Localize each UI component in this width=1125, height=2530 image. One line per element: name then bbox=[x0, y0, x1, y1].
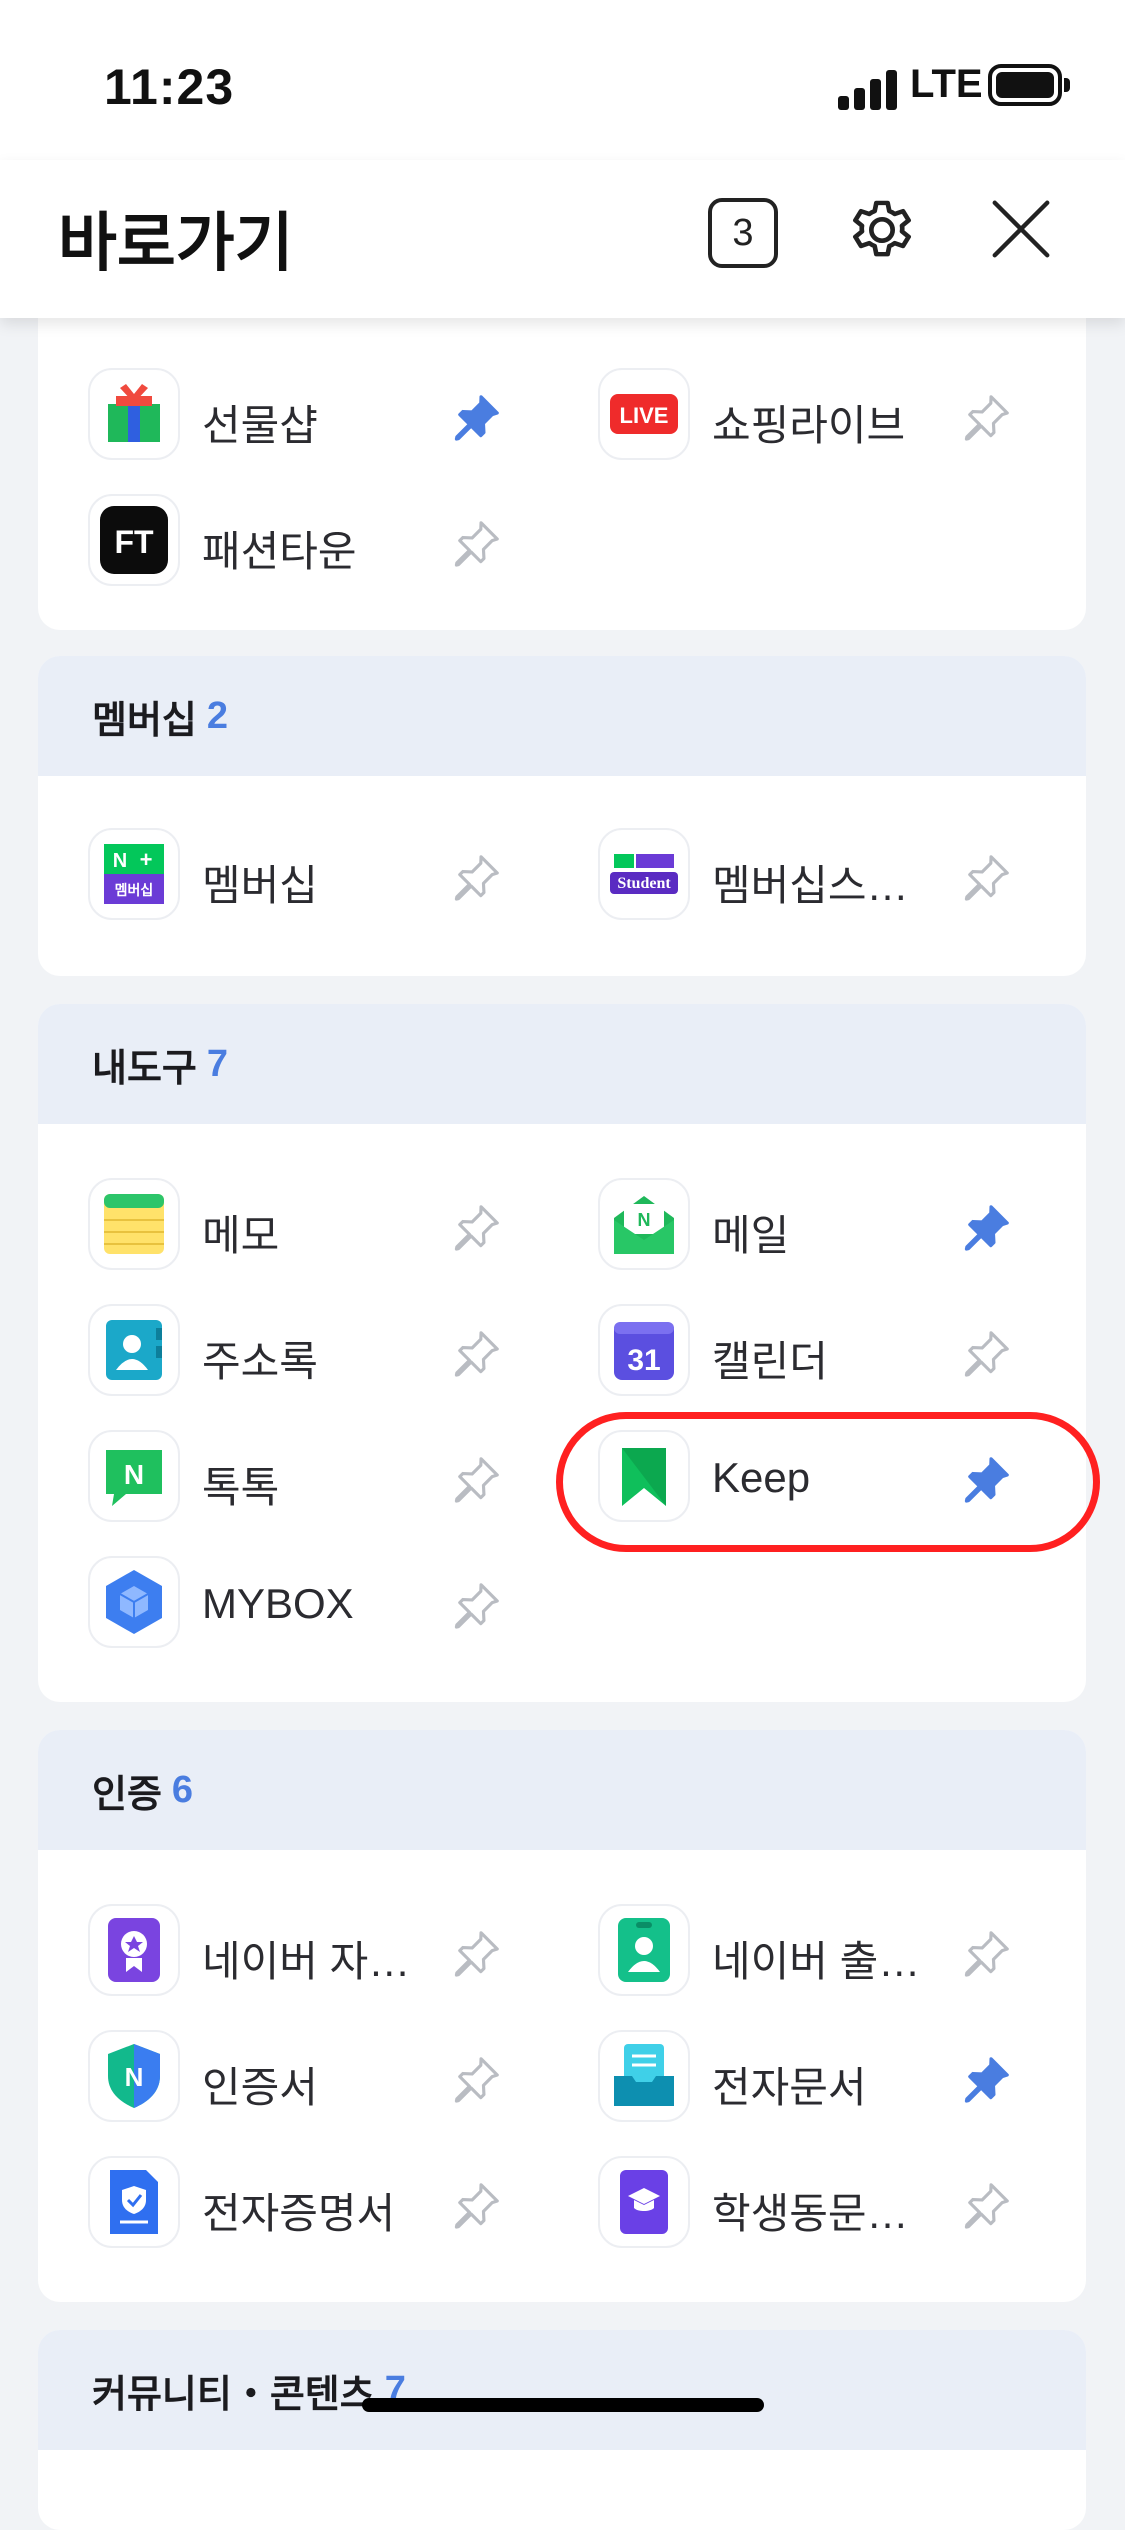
section-community: 커뮤니티・콘텐츠 7 bbox=[38, 2330, 1086, 2530]
pin-icon[interactable] bbox=[956, 1200, 1014, 1258]
shortcut-item[interactable]: N 인증서 bbox=[38, 2028, 499, 2128]
calendar-icon: 31 bbox=[598, 1304, 690, 1396]
battery-icon bbox=[988, 64, 1070, 106]
svg-text:Student: Student bbox=[617, 875, 671, 892]
contacts-icon bbox=[88, 1304, 180, 1396]
shortcut-item[interactable]: N + 멤버십 멤버십 bbox=[38, 826, 499, 926]
pin-icon[interactable] bbox=[446, 1452, 504, 1510]
shortcut-item[interactable]: 선물샵 bbox=[38, 366, 499, 466]
shortcut-item[interactable]: 전자문서 bbox=[548, 2028, 1009, 2128]
pin-icon[interactable] bbox=[446, 1326, 504, 1384]
shield-icon: N bbox=[88, 2030, 180, 2122]
svg-text:N: N bbox=[125, 2062, 144, 2092]
pin-icon[interactable] bbox=[446, 850, 504, 908]
shortcut-item[interactable]: 네이버 자… bbox=[38, 1902, 499, 2002]
membership-icon: N + 멤버십 bbox=[88, 828, 180, 920]
section-header: 멤버십 2 bbox=[38, 656, 1086, 776]
section-header: 내도구 7 bbox=[38, 1004, 1086, 1124]
certificate-badge-icon bbox=[88, 1904, 180, 1996]
edocument-icon bbox=[598, 2030, 690, 2122]
pin-icon[interactable] bbox=[956, 1926, 1014, 1984]
keep-icon bbox=[598, 1430, 690, 1522]
shortcut-item[interactable]: LIVE 쇼핑라이브 bbox=[548, 366, 1009, 466]
pin-icon[interactable] bbox=[956, 1326, 1014, 1384]
home-indicator[interactable] bbox=[362, 2398, 764, 2412]
section-tools: 내도구 7 메모 N 메일 주소록 31 캘린더 N 톡톡 Keep MYBOX bbox=[38, 1004, 1086, 1702]
shortcut-item[interactable]: Student 멤버십스… bbox=[548, 826, 1009, 926]
ecertificate-icon bbox=[88, 2156, 180, 2248]
tab-count-button[interactable]: 3 bbox=[708, 198, 778, 268]
pin-icon[interactable] bbox=[446, 390, 504, 448]
svg-text:N: N bbox=[124, 1459, 144, 1490]
page-title: 바로가기 bbox=[58, 207, 294, 279]
live-icon: LIVE bbox=[598, 368, 690, 460]
pin-icon[interactable] bbox=[446, 1926, 504, 1984]
gift-icon bbox=[88, 368, 180, 460]
pin-icon[interactable] bbox=[956, 1452, 1014, 1510]
svg-text:멤버십: 멤버십 bbox=[115, 882, 154, 899]
status-time: 11:23 bbox=[104, 59, 235, 115]
shortcut-item[interactable]: 메모 bbox=[38, 1176, 499, 1276]
section-header: 커뮤니티・콘텐츠 7 bbox=[38, 2330, 1086, 2450]
svg-text:N: N bbox=[638, 1210, 651, 1230]
svg-text:31: 31 bbox=[627, 1344, 660, 1377]
signal-icon bbox=[838, 68, 898, 110]
svg-text:LIVE: LIVE bbox=[620, 403, 669, 428]
section-auth: 인증 6 네이버 자… 네이버 출… N 인증서 전자문서 전자증명서 학생동문… bbox=[38, 1730, 1086, 2302]
shortcut-item-keep[interactable]: Keep bbox=[548, 1428, 1009, 1528]
membership-student-icon: Student bbox=[598, 828, 690, 920]
pin-icon[interactable] bbox=[446, 1578, 504, 1636]
shortcut-item[interactable]: 전자증명서 bbox=[38, 2154, 499, 2254]
close-icon[interactable] bbox=[986, 194, 1056, 264]
pin-icon[interactable] bbox=[446, 2178, 504, 2236]
talktalk-icon: N bbox=[88, 1430, 180, 1522]
svg-text:+: + bbox=[140, 847, 153, 872]
shortcut-item[interactable]: 네이버 출… bbox=[548, 1902, 1009, 2002]
section-membership: 멤버십 2 N + 멤버십 멤버십 Student 멤버십스… bbox=[38, 656, 1086, 976]
shortcut-item[interactable]: 주소록 bbox=[38, 1302, 499, 1402]
svg-text:FT: FT bbox=[114, 524, 154, 560]
shortcut-item[interactable]: 31 캘린더 bbox=[548, 1302, 1009, 1402]
pin-icon[interactable] bbox=[956, 850, 1014, 908]
section-header: 인증 6 bbox=[38, 1730, 1086, 1850]
status-bar: 11:23 LTE bbox=[0, 0, 1125, 160]
network-type: LTE bbox=[910, 62, 983, 106]
svg-text:N: N bbox=[113, 850, 127, 872]
pin-icon[interactable] bbox=[446, 516, 504, 574]
pin-icon[interactable] bbox=[956, 2052, 1014, 2110]
pin-icon[interactable] bbox=[446, 2052, 504, 2110]
shortcut-item[interactable]: MYBOX bbox=[38, 1554, 499, 1654]
fashion-town-icon: FT bbox=[88, 494, 180, 586]
shortcut-item[interactable]: 학생동문… bbox=[548, 2154, 1009, 2254]
memo-icon bbox=[88, 1178, 180, 1270]
section-shopping: 선물샵 LIVE 쇼핑라이브 FT 패션타운 bbox=[38, 278, 1086, 630]
student-alumni-icon bbox=[598, 2156, 690, 2248]
pin-icon[interactable] bbox=[956, 390, 1014, 448]
mail-icon: N bbox=[598, 1178, 690, 1270]
id-card-icon bbox=[598, 1904, 690, 1996]
gear-icon[interactable] bbox=[842, 190, 922, 270]
shortcut-item[interactable]: N 톡톡 bbox=[38, 1428, 499, 1528]
shortcut-item[interactable]: N 메일 bbox=[548, 1176, 1009, 1276]
header: 바로가기 3 bbox=[0, 160, 1125, 318]
pin-icon[interactable] bbox=[446, 1200, 504, 1258]
mybox-icon bbox=[88, 1556, 180, 1648]
pin-icon[interactable] bbox=[956, 2178, 1014, 2236]
shortcut-item[interactable]: FT 패션타운 bbox=[38, 492, 499, 592]
